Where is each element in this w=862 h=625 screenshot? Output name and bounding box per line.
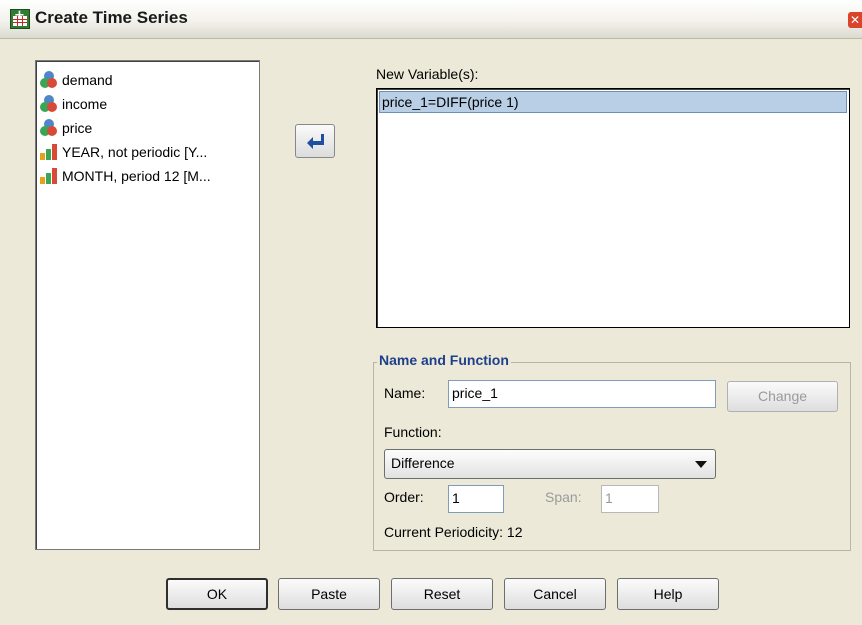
function-value: Difference [391, 455, 455, 471]
span-label: Span: [545, 489, 582, 505]
list-item[interactable]: MONTH, period 12 [M... [40, 165, 211, 187]
arrow-left-icon [307, 134, 324, 149]
close-icon[interactable]: ✕ [848, 12, 862, 28]
move-variable-button[interactable] [295, 124, 335, 158]
scale-variable-icon [40, 119, 58, 137]
list-item[interactable]: price [40, 117, 92, 139]
create-time-series-dialog: + Create Time Series ✕ demand [0, 0, 862, 625]
chevron-down-icon [695, 461, 707, 468]
variable-label: demand [62, 72, 113, 88]
title-bar[interactable]: + Create Time Series ✕ [0, 0, 862, 39]
variable-label: income [62, 96, 108, 112]
variable-label: MONTH, period 12 [M... [62, 168, 211, 184]
ok-button[interactable]: OK [166, 578, 268, 610]
order-input[interactable]: 1 [448, 485, 504, 513]
list-item[interactable]: demand [40, 69, 113, 91]
reset-button-label: Reset [423, 586, 461, 602]
list-item[interactable]: income [40, 93, 107, 115]
cancel-button-label: Cancel [533, 586, 577, 602]
date-variable-icon [40, 167, 58, 185]
name-input[interactable]: price_1 [448, 380, 716, 408]
list-item[interactable]: price_1=DIFF(price 1) [379, 91, 847, 113]
cancel-button[interactable]: Cancel [504, 578, 606, 610]
variable-label: YEAR, not periodic [Y... [62, 144, 208, 160]
function-select[interactable]: Difference [384, 449, 716, 479]
help-button[interactable]: Help [617, 578, 719, 610]
change-button[interactable]: Change [727, 381, 838, 412]
function-label: Function: [384, 424, 442, 440]
list-item[interactable]: YEAR, not periodic [Y... [40, 141, 207, 163]
new-variables-label: New Variable(s): [376, 66, 479, 82]
change-button-label: Change [757, 388, 808, 404]
current-periodicity: Current Periodicity: 12 [384, 524, 523, 540]
source-variable-list[interactable]: demand income price YEAR, not periodic [… [35, 60, 260, 550]
new-variables-list[interactable]: price_1=DIFF(price 1) [376, 88, 850, 328]
help-button-label: Help [653, 586, 683, 602]
scale-variable-icon [40, 71, 58, 89]
app-icon: + [10, 8, 30, 29]
group-title: Name and Function [377, 352, 511, 368]
variable-label: price [62, 120, 93, 136]
scale-variable-icon [40, 95, 58, 113]
order-label: Order: [384, 489, 424, 505]
ok-button-label: OK [206, 586, 228, 602]
reset-button[interactable]: Reset [391, 578, 493, 610]
window-title: Create Time Series [35, 8, 188, 27]
paste-button[interactable]: Paste [278, 578, 380, 610]
name-label: Name: [384, 385, 426, 401]
date-variable-icon [40, 143, 58, 161]
span-input[interactable]: 1 [601, 485, 659, 513]
paste-button-label: Paste [311, 586, 347, 602]
